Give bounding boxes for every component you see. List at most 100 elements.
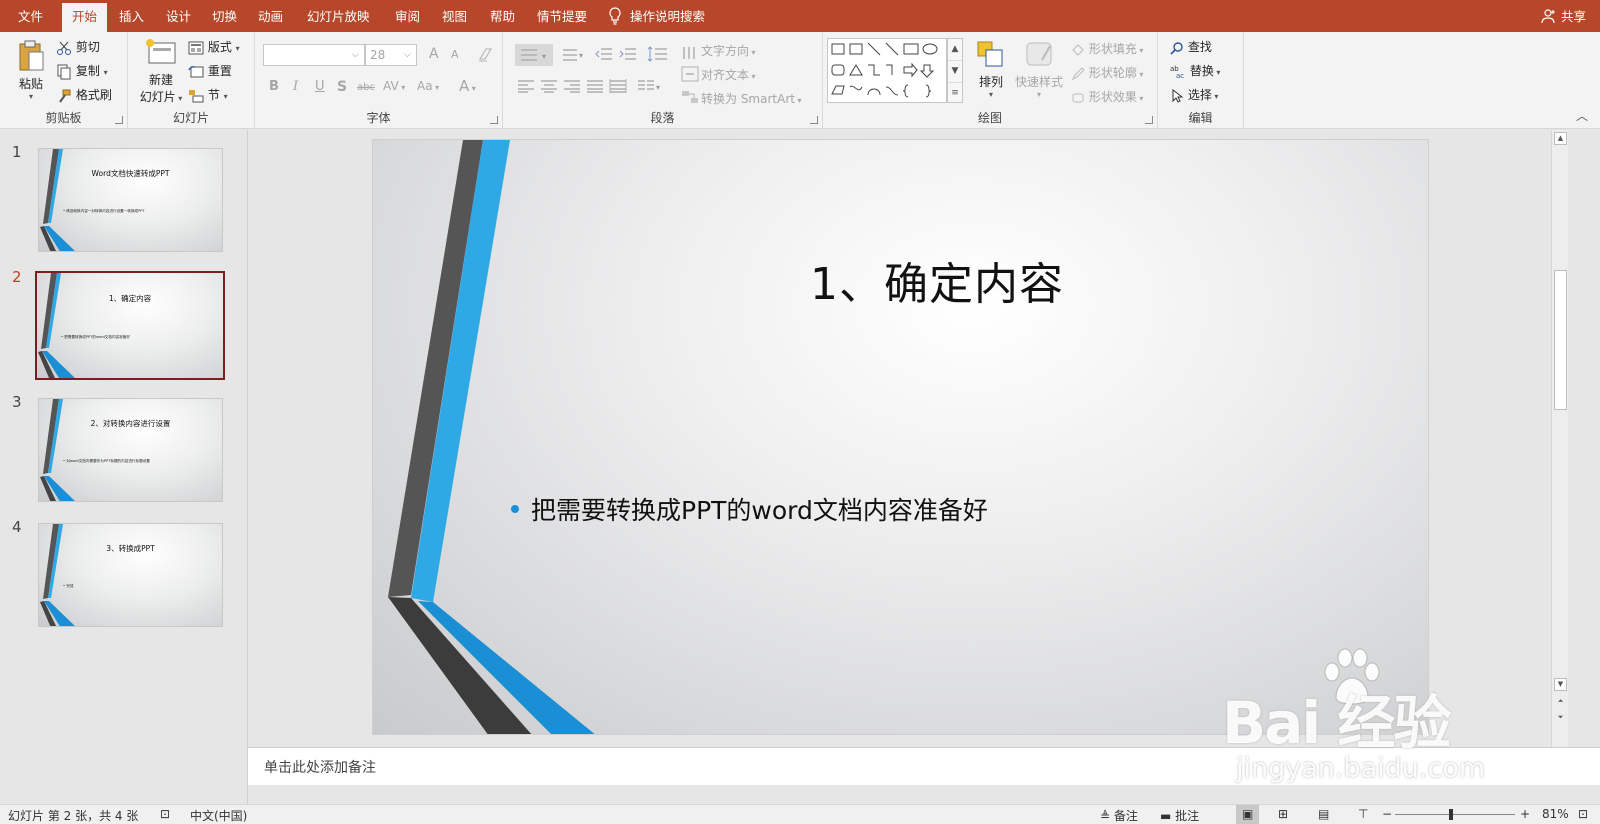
fit-to-window-icon[interactable]: ⊡ <box>1578 807 1588 821</box>
font-family-combo[interactable]: ⌵ <box>263 44 365 66</box>
tab-slideshow[interactable]: 幻灯片放映 <box>297 0 380 32</box>
line-spacing-icon[interactable] <box>647 46 669 62</box>
justify-icon[interactable] <box>586 79 604 93</box>
text-direction-icon[interactable] <box>681 45 699 61</box>
layout-button[interactable]: 版式 ▾ <box>188 38 240 55</box>
zoom-level[interactable]: 81% <box>1542 807 1569 821</box>
language-status[interactable]: 中文(中国) <box>190 807 247 824</box>
next-slide-icon[interactable]: ⏷ <box>1554 712 1567 725</box>
align-text-icon[interactable] <box>681 66 699 82</box>
thumb-decoration <box>40 149 75 251</box>
comments-button[interactable]: ▬ 批注 <box>1160 807 1199 824</box>
zoom-slider-knob[interactable] <box>1449 809 1453 820</box>
normal-view-icon[interactable]: ▣ <box>1236 805 1260 824</box>
dialog-launcher-icon[interactable] <box>1145 116 1153 124</box>
tab-animations[interactable]: 动画 <box>248 0 293 32</box>
shapes-gallery[interactable] <box>827 38 947 103</box>
reading-view-icon[interactable]: ▤ <box>1318 807 1329 821</box>
increase-indent-icon[interactable] <box>619 46 637 62</box>
clear-format-icon[interactable] <box>477 46 495 62</box>
align-left-icon[interactable] <box>517 79 535 93</box>
reset-button[interactable]: 重置 <box>188 62 232 79</box>
select-button[interactable]: 选择 ▾ <box>1170 86 1218 103</box>
vertical-scrollbar[interactable]: ▲ ▼ ⏶ ⏷ <box>1551 130 1568 747</box>
scroll-down-icon[interactable]: ▼ <box>1554 678 1567 691</box>
find-label: 查找 <box>1187 40 1212 54</box>
shape-outline-button[interactable]: 形状轮廓 ▾ <box>1071 64 1143 81</box>
find-button[interactable]: 查找 <box>1170 38 1212 55</box>
slide-thumbnail-3[interactable]: 2、对转换内容进行设置 • 对word文档内需要作为PPT标题的内容进行标题设置 <box>38 398 223 502</box>
replace-button[interactable]: ab ac 替换 ▾ <box>1170 62 1220 79</box>
strikethrough-button[interactable]: abc <box>357 82 375 93</box>
align-right-icon[interactable] <box>563 79 581 93</box>
dialog-launcher-icon[interactable] <box>490 116 498 124</box>
tab-review[interactable]: 审阅 <box>385 0 430 32</box>
convert-smartart-button[interactable]: 转换为 SmartArt ▾ <box>701 90 802 107</box>
dialog-launcher-icon[interactable] <box>810 116 818 124</box>
tab-view[interactable]: 视图 <box>432 0 477 32</box>
align-text-button[interactable]: 对齐文本 ▾ <box>701 66 756 83</box>
thumb-decoration <box>40 399 75 501</box>
spell-check-icon[interactable]: ⊡ <box>160 807 170 821</box>
tab-help[interactable]: 帮助 <box>480 0 525 32</box>
text-direction-button[interactable]: 文字方向 ▾ <box>701 42 756 59</box>
scroll-up-icon[interactable]: ▲ <box>1554 132 1567 145</box>
decrease-indent-icon[interactable] <box>595 46 613 62</box>
tab-storyboard[interactable]: 情节提要 <box>527 0 597 32</box>
cut-button[interactable]: 剪切 <box>56 38 100 56</box>
collapse-ribbon-icon[interactable]: ︿ <box>1576 107 1588 124</box>
align-center-icon[interactable] <box>540 79 558 93</box>
notes-toggle-button[interactable]: ≜ 备注 <box>1100 807 1138 824</box>
numbering-icon[interactable]: ▾ <box>557 46 587 64</box>
format-painter-button[interactable]: 格式刷 <box>56 86 112 104</box>
dialog-launcher-icon[interactable] <box>115 116 123 124</box>
slide-thumbnail-4[interactable]: 3、转换成PPT • 完成 <box>38 523 223 627</box>
zoom-out-button[interactable]: − <box>1382 807 1392 821</box>
italic-button[interactable]: I <box>293 79 298 94</box>
columns-icon[interactable]: ▾ <box>637 79 663 93</box>
quick-styles-button[interactable]: 快速样式 ▾ <box>1013 40 1065 99</box>
tab-insert[interactable]: 插入 <box>109 0 154 32</box>
group-label-slides: 幻灯片 <box>172 111 209 125</box>
zoom-slider[interactable] <box>1395 814 1515 815</box>
grow-font-button[interactable]: A <box>429 46 439 62</box>
tell-me-search[interactable]: 操作说明搜索 <box>608 0 705 32</box>
scrollbar-thumb[interactable] <box>1554 270 1567 410</box>
char-spacing-button[interactable]: AV ▾ <box>383 79 405 93</box>
section-button[interactable]: 节 ▾ <box>188 86 228 103</box>
thumb-decoration <box>38 273 75 378</box>
current-slide-canvas[interactable]: 1、确定内容 把需要转换成PPT的word文档内容准备好 <box>372 139 1429 735</box>
smartart-icon[interactable] <box>681 89 699 105</box>
underline-button[interactable]: U <box>315 79 325 94</box>
tab-home[interactable]: 开始 <box>62 3 108 32</box>
slide-bullet-text[interactable]: 把需要转换成PPT的word文档内容准备好 <box>511 491 988 527</box>
shape-fill-button[interactable]: 形状填充 ▾ <box>1071 40 1143 57</box>
shapes-gallery-scroll[interactable]: ▲ ▼ ≡ <box>947 38 963 103</box>
new-slide-button[interactable]: 新建 幻灯片 ▾ <box>136 38 186 105</box>
slide-thumbnail-1[interactable]: Word文档快速转成PPT • 精选转换内容一对转换内容进行设置一转换成PPT <box>38 148 223 252</box>
font-color-button[interactable]: A ▾ <box>459 77 476 95</box>
change-case-button[interactable]: Aa ▾ <box>417 79 439 93</box>
slide-title[interactable]: 1、确定内容 <box>727 248 1147 312</box>
shrink-font-button[interactable]: A <box>451 48 459 61</box>
tab-file[interactable]: 文件 <box>8 0 53 32</box>
notes-pane[interactable]: 单击此处添加备注 <box>248 747 1600 785</box>
previous-slide-icon[interactable]: ⏶ <box>1554 696 1567 709</box>
distributed-icon[interactable] <box>609 79 627 93</box>
copy-button[interactable]: 复制 ▾ <box>56 62 108 80</box>
tab-transitions[interactable]: 切换 <box>202 0 247 32</box>
slideshow-icon[interactable]: ⊤ <box>1358 807 1368 821</box>
arrange-icon <box>977 41 1003 67</box>
arrange-button[interactable]: 排列 ▾ <box>973 40 1009 99</box>
bold-button[interactable]: B <box>269 79 279 94</box>
tab-design[interactable]: 设计 <box>156 0 201 32</box>
paste-button[interactable]: 粘贴 ▾ <box>12 40 50 101</box>
font-size-combo[interactable]: 28 ⌵ <box>365 44 417 66</box>
bullets-icon[interactable]: ▾ <box>515 44 553 66</box>
slide-sorter-icon[interactable]: ⊞ <box>1278 807 1288 821</box>
shadow-button[interactable]: S <box>337 79 347 95</box>
shape-effects-button[interactable]: 形状效果 ▾ <box>1071 88 1143 105</box>
zoom-in-button[interactable]: + <box>1520 807 1530 821</box>
share-button[interactable]: 共享 <box>1541 0 1586 32</box>
slide-thumbnail-2[interactable]: 1、确定内容 • 把需要转换成PPT的word文档内容准备好 <box>35 271 225 380</box>
